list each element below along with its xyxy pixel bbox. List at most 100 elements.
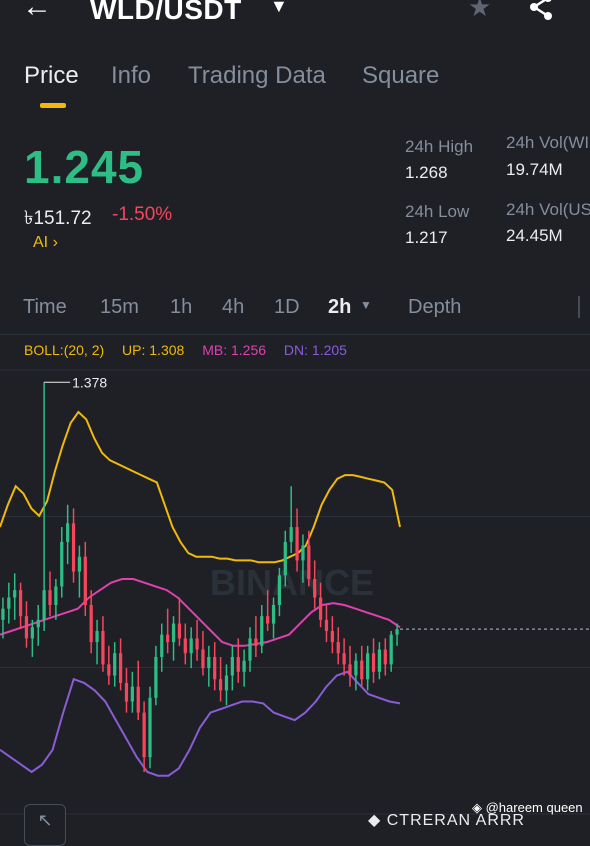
price-change: -1.50% bbox=[112, 204, 173, 225]
candle-body bbox=[48, 590, 52, 605]
candle-body bbox=[295, 527, 299, 561]
candle-body bbox=[330, 630, 334, 643]
candle-body bbox=[289, 527, 293, 542]
candle-body bbox=[201, 649, 205, 669]
tab-price[interactable]: Price bbox=[24, 62, 79, 90]
candle-body bbox=[1, 608, 5, 620]
expand-arrow-icon[interactable]: ↖ bbox=[24, 804, 66, 846]
candle-body bbox=[60, 541, 64, 587]
arrow-left-icon[interactable]: ← bbox=[22, 0, 52, 24]
candle-body bbox=[218, 679, 223, 691]
candle-body bbox=[89, 604, 93, 643]
candle-body bbox=[18, 590, 23, 617]
candle-body bbox=[160, 634, 164, 657]
tab-info[interactable]: Info bbox=[111, 62, 151, 90]
candle-body bbox=[189, 638, 193, 654]
tf-1d[interactable]: 1D bbox=[274, 296, 300, 319]
candle-body bbox=[354, 660, 358, 676]
credit-watermark: ◈ @hareem queen bbox=[472, 800, 583, 815]
tf-1h[interactable]: 1h bbox=[170, 296, 192, 319]
candle-body bbox=[166, 634, 170, 643]
tf-2h[interactable]: 2h bbox=[328, 296, 351, 319]
candle-body bbox=[66, 523, 70, 542]
candle-body bbox=[54, 586, 58, 605]
candle-body bbox=[230, 656, 234, 676]
candle-body bbox=[148, 697, 152, 758]
candle-body bbox=[95, 630, 99, 643]
candle-body bbox=[183, 638, 187, 654]
candle-body bbox=[142, 712, 146, 758]
candle-body bbox=[366, 653, 370, 680]
candle-body bbox=[136, 686, 140, 713]
divider bbox=[578, 296, 580, 318]
chart-svg[interactable]: BINANCE 1.378 bbox=[0, 360, 590, 824]
max-price-label: 1.378 bbox=[72, 374, 107, 390]
candle-body bbox=[24, 616, 29, 639]
candle-body bbox=[324, 619, 329, 631]
candle-body bbox=[360, 660, 364, 680]
candle-body bbox=[248, 638, 252, 661]
top-bar: ← WLD/USDT ▼ ★ bbox=[0, 0, 590, 30]
candle-body bbox=[348, 664, 352, 676]
candle-body bbox=[177, 623, 182, 639]
share-icon[interactable] bbox=[526, 0, 556, 27]
tf-15m[interactable]: 15m bbox=[100, 296, 139, 319]
candle-body bbox=[395, 629, 399, 635]
candle-body bbox=[266, 616, 270, 624]
boll-up: UP: 1.308 bbox=[122, 342, 185, 358]
vol-quote-value: 24.45M bbox=[506, 226, 563, 245]
boll-dn: DN: 1.205 bbox=[283, 342, 347, 358]
candle-body bbox=[7, 597, 11, 609]
candle-body bbox=[336, 642, 340, 654]
candle-body bbox=[236, 656, 240, 672]
tf-time[interactable]: Time bbox=[23, 296, 67, 319]
main-tabs: Price Info Trading Data Square bbox=[0, 58, 590, 108]
candle-body bbox=[71, 523, 76, 572]
candle-body bbox=[83, 556, 87, 605]
boll-upper-line bbox=[0, 410, 401, 564]
candlestick-chart[interactable]: BINANCE 1.378 bbox=[0, 360, 590, 824]
candle-body bbox=[377, 649, 382, 672]
candle-body bbox=[118, 653, 123, 683]
candle-body bbox=[271, 604, 276, 624]
candle-body bbox=[213, 656, 217, 680]
ai-link[interactable]: AI › bbox=[33, 234, 58, 252]
caret-down-icon[interactable]: ▼ bbox=[270, 0, 288, 17]
divider bbox=[0, 334, 590, 335]
caret-down-icon[interactable]: ▼ bbox=[360, 298, 372, 312]
candle-body bbox=[207, 656, 211, 669]
tf-depth[interactable]: Depth bbox=[408, 296, 461, 319]
candle-body bbox=[318, 597, 323, 620]
boll-params: BOLL:(20, 2) bbox=[24, 342, 105, 358]
star-icon[interactable]: ★ bbox=[468, 0, 491, 23]
candle-body bbox=[224, 675, 229, 691]
candle-body bbox=[195, 638, 199, 650]
pair-title[interactable]: WLD/USDT bbox=[90, 0, 242, 26]
candle-body bbox=[154, 656, 158, 698]
candle-body bbox=[30, 627, 34, 639]
candle-body bbox=[301, 545, 305, 561]
candle-body bbox=[371, 653, 376, 672]
boll-mb: MB: 1.256 bbox=[202, 342, 267, 358]
candle-body bbox=[36, 619, 40, 628]
candle-body bbox=[277, 575, 282, 605]
candle-body bbox=[113, 653, 117, 676]
tab-trading-data[interactable]: Trading Data bbox=[188, 62, 326, 90]
active-tab-indicator bbox=[40, 103, 66, 108]
candle-body bbox=[342, 653, 346, 665]
tab-square[interactable]: Square bbox=[362, 62, 439, 90]
candle-body bbox=[313, 579, 317, 598]
candle-body bbox=[101, 630, 105, 665]
candle-body bbox=[307, 545, 311, 580]
timeframe-bar: Time 15m 1h 4h 1D 2h ▼ Depth bbox=[0, 290, 590, 330]
candle-body bbox=[124, 682, 129, 702]
candle-body bbox=[107, 664, 111, 676]
vol-quote-label: 24h Vol(US bbox=[506, 200, 590, 219]
candle-body bbox=[254, 638, 258, 646]
fiat-price: ৳151.72 bbox=[24, 208, 92, 229]
high-label: 24h High bbox=[405, 137, 474, 156]
boll-legend: BOLL:(20, 2) UP: 1.308 MB: 1.256 DN: 1.2… bbox=[24, 342, 361, 358]
tf-4h[interactable]: 4h bbox=[222, 296, 244, 319]
candle-body bbox=[77, 556, 82, 572]
boll-lower-line bbox=[0, 670, 401, 777]
